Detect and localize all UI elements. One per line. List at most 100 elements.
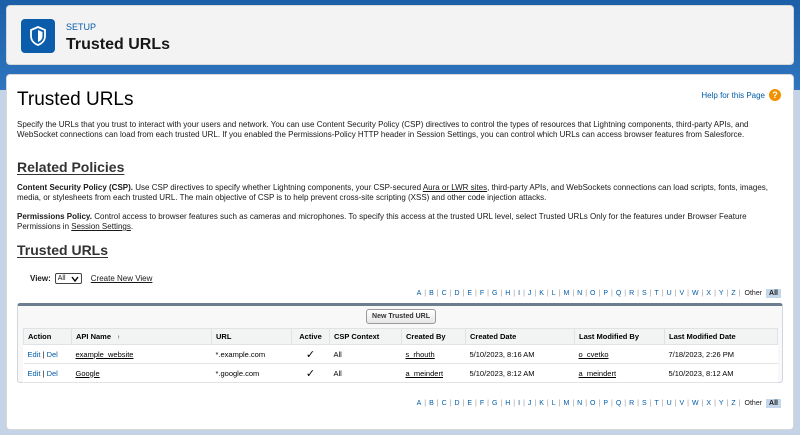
view-select-value: All [57,275,66,282]
alpha-filter-letter[interactable]: I [515,400,523,407]
alpha-filter-letter[interactable]: J [525,290,535,297]
shield-icon [21,19,55,53]
cell-url: *.example.com [211,344,292,364]
col-created-date: Created Date [465,328,575,345]
alpha-filter-other[interactable]: Other [741,290,767,297]
sort-ascending-icon: ↑ [117,335,121,341]
alpha-filter-letter[interactable]: B [426,290,437,297]
col-api-name-label: API Name [76,332,112,341]
alpha-filter-letter[interactable]: X [703,400,714,407]
cell-api-name: Google [71,363,212,383]
alpha-filter-letter[interactable]: S [639,290,650,297]
alpha-filter-letter[interactable]: S [639,400,650,407]
help-icon: ? [769,89,781,101]
alpha-filter-letter[interactable]: D [451,400,462,407]
created-by-link[interactable]: a_meindert [406,369,444,378]
aura-lwr-sites-link[interactable]: Aura or LWR sites [423,183,487,192]
col-api-name[interactable]: API Name ↑ [71,328,212,345]
view-select[interactable]: All [54,273,82,284]
alpha-filter-letter[interactable]: T [651,290,661,297]
cell-url: *.google.com [211,363,292,383]
alpha-filter-letter[interactable]: V [676,290,687,297]
alpha-filter-letter[interactable]: T [651,400,661,407]
alpha-filter-letter[interactable]: D [451,290,462,297]
col-last-modified-by: Last Modified By [574,328,665,345]
alpha-filter-letter[interactable]: P [600,290,611,297]
trusted-urls-list-panel: New Trusted URL Action API Name ↑ URL Ac… [17,303,783,383]
alpha-filter-letter[interactable]: C [439,290,450,297]
alpha-filter-all[interactable]: All [766,399,781,408]
alpha-filter-letter[interactable]: X [703,290,714,297]
chevron-down-icon [71,276,79,282]
alpha-filter-letter[interactable]: J [525,400,535,407]
alpha-filter-letter[interactable]: W [689,400,702,407]
alpha-filter-letter[interactable]: O [587,400,598,407]
alpha-filter-letter[interactable]: G [489,400,500,407]
alpha-filter-letter[interactable]: R [626,290,637,297]
cell-created-by: s_rhouth [401,344,466,364]
help-link[interactable]: Help for this Page ? [701,89,781,101]
del-link[interactable]: Del [47,350,58,359]
session-settings-link[interactable]: Session Settings [71,222,131,231]
modified-by-link[interactable]: a_meindert [579,369,617,378]
modified-by-link[interactable]: o_cvetko [579,350,609,359]
table-header-row: Action API Name ↑ URL Active CSP Context… [23,328,778,345]
col-last-modified-date: Last Modified Date [664,328,778,345]
alpha-filter-other[interactable]: Other [741,400,767,407]
alpha-filter-letter[interactable]: B [426,400,437,407]
perm-label: Permissions Policy. [17,212,92,221]
cell-created-by: a_meindert [401,363,466,383]
alpha-filter-letter[interactable]: A [414,400,425,407]
alpha-filter-letter[interactable]: K [536,290,547,297]
active-check-icon: ✓ [291,363,330,383]
alpha-filter-letter[interactable]: V [676,400,687,407]
alpha-filter-all[interactable]: All [766,289,781,298]
alpha-filter-letter[interactable]: G [489,290,500,297]
api-name-link[interactable]: example_website [76,350,134,359]
alpha-filter-letter[interactable]: E [464,400,475,407]
alpha-filter-letter[interactable]: O [587,290,598,297]
cell-created-date: 5/10/2023, 8:16 AM [465,344,575,364]
alpha-filter-letter[interactable]: L [549,400,559,407]
alpha-filter-letter[interactable]: N [574,400,585,407]
col-action: Action [23,328,72,345]
alpha-filter-letter[interactable]: U [664,290,675,297]
alpha-filter-letter[interactable]: P [600,400,611,407]
del-link[interactable]: Del [47,369,58,378]
alpha-filter-letter[interactable]: C [439,400,450,407]
alpha-filter-letter[interactable]: A [414,290,425,297]
alpha-filter-letter[interactable]: R [626,400,637,407]
permissions-paragraph: Permissions Policy. Control access to br… [17,212,787,232]
alpha-filter-letter[interactable]: N [574,290,585,297]
alpha-filter-letter[interactable]: Z [728,290,738,297]
alpha-filter-letter[interactable]: Y [716,400,727,407]
alpha-filter-letter[interactable]: M [560,400,572,407]
alpha-filter-letter[interactable]: Q [613,290,624,297]
alpha-filter-letter[interactable]: Z [728,400,738,407]
edit-link[interactable]: Edit [28,350,41,359]
alpha-filter-letter[interactable]: K [536,400,547,407]
cell-csp: All [329,363,402,383]
alpha-filter-letter[interactable]: H [502,290,513,297]
create-new-view-link[interactable]: Create New View [91,274,153,283]
created-by-link[interactable]: s_rhouth [406,350,435,359]
alpha-filter-letter[interactable]: F [477,400,487,407]
alpha-filter-bottom: A | B | C | D | E | F | G | H | I | J | K | L | M | N | O | P | Q | R | S | T |… [414,399,781,408]
alpha-filter-letter[interactable]: I [515,290,523,297]
alpha-filter-letter[interactable]: F [477,290,487,297]
edit-link[interactable]: Edit [28,369,41,378]
alpha-filter-top: A | B | C | D | E | F | G | H | I | J | K | L | M | N | O | P | Q | R | S | T |… [414,289,781,298]
trusted-urls-heading: Trusted URLs [17,242,109,258]
view-label: View: [30,274,51,283]
alpha-filter-letter[interactable]: U [664,400,675,407]
alpha-filter-letter[interactable]: Q [613,400,624,407]
alpha-filter-letter[interactable]: E [464,290,475,297]
alpha-filter-letter[interactable]: W [689,290,702,297]
alpha-filter-letter[interactable]: M [560,290,572,297]
col-active: Active [291,328,330,345]
alpha-filter-letter[interactable]: H [502,400,513,407]
api-name-link[interactable]: Google [76,369,100,378]
alpha-filter-letter[interactable]: Y [716,290,727,297]
new-trusted-url-button[interactable]: New Trusted URL [366,309,436,324]
alpha-filter-letter[interactable]: L [549,290,559,297]
